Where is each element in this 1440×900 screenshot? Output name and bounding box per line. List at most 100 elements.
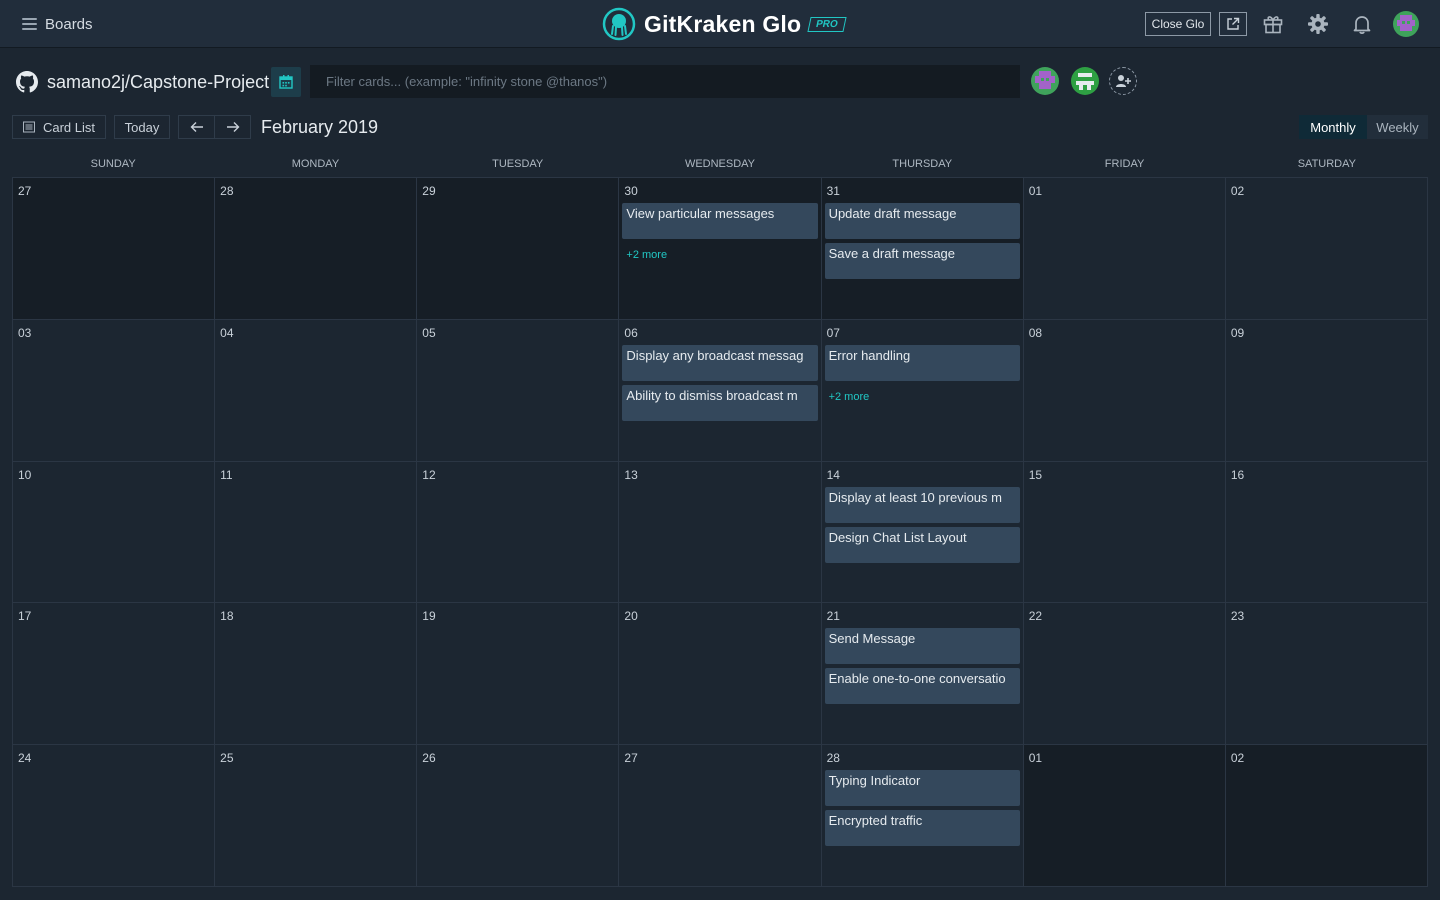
github-icon (16, 71, 38, 93)
calendar-day-cell[interactable]: 05 (417, 319, 620, 462)
settings-button[interactable] (1305, 11, 1331, 37)
day-number: 21 (826, 609, 840, 624)
calendar-day-cell[interactable]: 13 (619, 461, 822, 604)
calendar-day-cell[interactable]: 30 View particular messages +2 more (619, 178, 822, 320)
calendar-card[interactable]: Display at least 10 previous m (824, 486, 1020, 523)
calendar-day-cell[interactable]: 28 (215, 178, 418, 320)
calendar-card[interactable]: Enable one-to-one conversatio (824, 668, 1020, 705)
bell-icon (1353, 16, 1371, 34)
weekly-view-button[interactable]: Weekly (1367, 115, 1428, 139)
day-number: 22 (1028, 609, 1043, 624)
calendar-day-cell[interactable]: 25 (215, 745, 418, 887)
calendar-card[interactable]: Typing Indicator (824, 770, 1020, 807)
calendar-day-cell[interactable]: 18 (215, 603, 418, 746)
calendar-day-cell[interactable]: 07 Error handling +2 more (821, 319, 1024, 462)
calendar-day-cell[interactable]: 24 (13, 745, 216, 887)
day-number: 27 (624, 751, 638, 766)
weekday-label: MONDAY (291, 158, 340, 170)
day-number: 16 (1230, 467, 1245, 482)
arrow-left-icon (190, 122, 203, 132)
boards-button[interactable]: Boards (22, 13, 93, 35)
card-list-button[interactable]: Card List (12, 115, 106, 139)
calendar-card[interactable]: Send Message (824, 628, 1020, 665)
calendar-day-cell[interactable]: 04 (215, 319, 418, 462)
member-avatar[interactable] (1071, 67, 1099, 95)
day-number: 20 (624, 609, 638, 624)
day-number: 09 (1230, 325, 1245, 340)
notifications-button[interactable] (1349, 11, 1375, 37)
calendar-day-cell[interactable]: 28 Typing Indicator Encrypted traffic (821, 745, 1024, 887)
external-link-icon (1227, 17, 1240, 30)
list-icon (22, 121, 35, 133)
calendar-day-cell[interactable]: 01 (1023, 745, 1226, 887)
calendar-day-cell[interactable]: 23 (1225, 603, 1428, 746)
day-number: 19 (422, 609, 436, 624)
calendar-day-cell[interactable]: 08 (1023, 319, 1226, 462)
day-number: 29 (422, 184, 436, 198)
day-number: 27 (18, 184, 32, 198)
member-avatar[interactable] (1031, 67, 1059, 95)
calendar-day-cell[interactable]: 20 (619, 603, 822, 746)
calendar-card[interactable]: Encrypted traffic (824, 810, 1020, 847)
day-cards: Send Message Enable one-to-one conversati… (824, 628, 1020, 708)
calendar-day-cell[interactable]: 27 (619, 745, 822, 887)
calendar-day-cell[interactable]: 19 (417, 603, 620, 746)
user-avatar[interactable] (1393, 11, 1419, 37)
gitkraken-logo-icon (602, 7, 636, 41)
calendar-day-cell[interactable]: 29 (417, 178, 620, 320)
day-number: 28 (220, 184, 234, 198)
calendar-day-cell[interactable]: 21 Send Message Enable one-to-one conversa… (821, 603, 1024, 746)
external-link-button[interactable] (1219, 12, 1247, 36)
day-number: 01 (1028, 751, 1043, 766)
calendar-day-cell[interactable]: 12 (417, 461, 620, 604)
calendar-day-cell[interactable]: 03 (13, 319, 216, 462)
close-glo-button[interactable]: Close Glo (1145, 12, 1211, 36)
calendar-day-cell[interactable]: 09 (1225, 319, 1428, 462)
repo-name[interactable]: samano2j/Capstone-Project (47, 72, 269, 93)
calendar-icon (279, 75, 293, 89)
calendar-day-cell[interactable]: 06 Display any broadcast messag Ability to… (619, 319, 822, 462)
calendar-view-button[interactable] (271, 67, 301, 97)
avatar-icon (1031, 67, 1059, 95)
calendar-day-cell[interactable]: 02 (1225, 178, 1428, 320)
calendar-day-cell[interactable]: 11 (215, 461, 418, 604)
calendar-day-cell[interactable]: 26 (417, 745, 620, 887)
filter-cards-input[interactable] (310, 65, 1020, 98)
monthly-view-button[interactable]: Monthly (1299, 115, 1367, 139)
gift-button[interactable] (1260, 11, 1286, 37)
day-number: 02 (1230, 751, 1245, 766)
calendar-card[interactable]: View particular messages (622, 203, 818, 239)
calendar-day-cell[interactable]: 15 (1023, 461, 1226, 604)
calendar-card[interactable]: Display any broadcast messag (622, 344, 818, 381)
more-cards-link[interactable]: +2 more (622, 243, 817, 267)
calendar-day-cell[interactable]: 02 (1225, 745, 1428, 887)
calendar-day-cell[interactable]: 22 (1023, 603, 1226, 746)
day-cards: Display at least 10 previous m Design Cha… (824, 486, 1020, 567)
calendar-day-cell[interactable]: 16 (1225, 461, 1428, 604)
calendar-card[interactable]: Save a draft message (824, 243, 1020, 279)
calendar-card[interactable]: Design Chat List Layout (824, 526, 1020, 563)
calendar-day-cell[interactable]: 14 Display at least 10 previous m Design C… (821, 461, 1024, 604)
calendar-day-cell[interactable]: 10 (13, 461, 216, 604)
next-month-button[interactable] (214, 115, 251, 139)
calendar-day-cell[interactable]: 01 (1023, 178, 1226, 320)
day-number: 08 (1028, 325, 1043, 340)
calendar-day-cell[interactable]: 17 (13, 603, 216, 746)
weekday-label: WEDNESDAY (684, 158, 756, 170)
calendar-card[interactable]: Ability to dismiss broadcast m (622, 384, 818, 421)
day-cards: View particular messages +2 more (622, 203, 818, 267)
calendar-day-cell[interactable]: 31 Update draft message Save a draft messa… (821, 178, 1024, 320)
arrow-right-icon (226, 122, 239, 132)
add-member-button[interactable] (1109, 67, 1137, 95)
previous-month-button[interactable] (178, 115, 215, 139)
calendar-card[interactable]: Update draft message (824, 203, 1020, 239)
repo-header: samano2j/Capstone-Project (16, 69, 269, 95)
top-bar: Boards GitKraken Glo PRO Close Glo (0, 0, 1440, 48)
calendar-card[interactable]: Error handling (824, 344, 1020, 381)
brand-logo: GitKraken Glo PRO (602, 7, 847, 41)
more-cards-link[interactable]: +2 more (825, 385, 1020, 409)
calendar-day-cell[interactable]: 27 (13, 178, 216, 320)
add-user-icon (1116, 75, 1131, 87)
today-button[interactable]: Today (114, 115, 170, 139)
day-number: 11 (220, 467, 233, 482)
